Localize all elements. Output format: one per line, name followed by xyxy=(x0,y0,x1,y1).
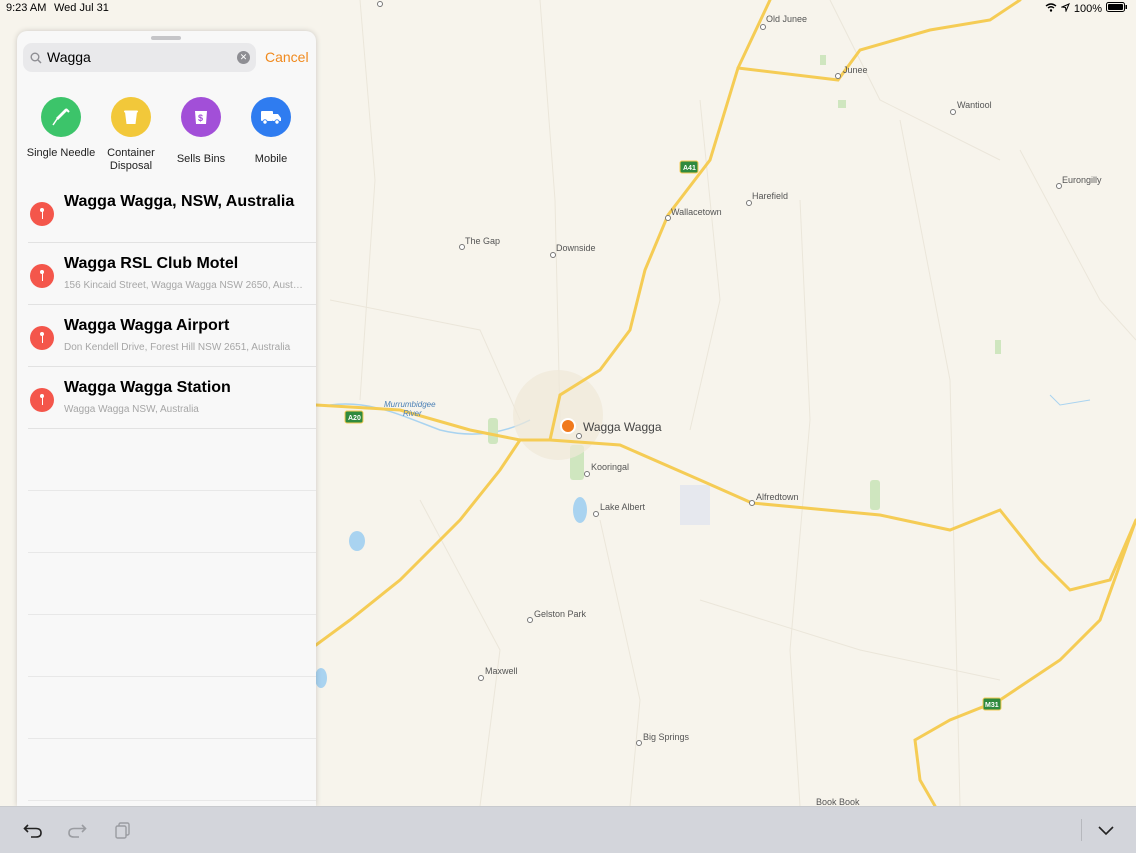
redo-icon[interactable] xyxy=(66,819,88,841)
place-label: Lake Albert xyxy=(600,502,646,512)
place-label: Wallacetown xyxy=(671,207,722,217)
status-date: Wed Jul 31 xyxy=(54,2,109,14)
place-label: Eurongilly xyxy=(1062,175,1102,185)
dollar-bag-icon: $ xyxy=(181,97,221,137)
battery-icon xyxy=(1106,2,1128,15)
city-label: Wagga Wagga xyxy=(583,420,662,434)
svg-text:A41: A41 xyxy=(683,165,696,172)
place-label: Downside xyxy=(556,243,596,253)
result-title: Wagga Wagga, NSW, Australia xyxy=(64,193,295,210)
place-label: Alfredtown xyxy=(756,492,799,502)
place-label: Junee xyxy=(843,65,868,75)
place-label: Wantiool xyxy=(957,100,992,110)
location-arrow-icon xyxy=(1060,2,1070,15)
category-label: Sells Bins xyxy=(176,153,226,165)
empty-row xyxy=(17,429,316,491)
status-bar: 9:23 AM Wed Jul 31 100% xyxy=(0,0,1136,16)
search-panel: ✕ Cancel Single Needle Container Disposa… xyxy=(17,31,316,806)
category-label: Container Disposal xyxy=(107,147,155,172)
selected-location-marker[interactable] xyxy=(560,418,576,434)
place-label: Gelston Park xyxy=(534,609,587,619)
category-mobile[interactable]: Mobile xyxy=(234,97,308,166)
bucket-icon xyxy=(111,97,151,137)
category-label: Single Needle xyxy=(26,147,96,159)
empty-row xyxy=(17,739,316,801)
syringe-icon xyxy=(41,97,81,137)
place-label: Maxwell xyxy=(485,666,518,676)
place-label: Big Springs xyxy=(643,732,690,742)
place-label: Book Book xyxy=(816,797,860,806)
svg-text:M31: M31 xyxy=(985,702,999,709)
search-result-row[interactable]: Wagga Wagga, NSW, Australia xyxy=(17,181,316,243)
result-subtitle: Don Kendell Drive, Forest Hill NSW 2651,… xyxy=(64,342,291,353)
location-pin-icon xyxy=(30,326,54,350)
category-container-disposal[interactable]: Container Disposal xyxy=(94,97,168,173)
result-subtitle: Wagga Wagga NSW, Australia xyxy=(64,404,199,415)
category-sells-bins[interactable]: $ Sells Bins xyxy=(164,97,238,166)
truck-icon xyxy=(251,97,291,137)
search-icon xyxy=(30,51,42,69)
clear-icon[interactable]: ✕ xyxy=(237,51,250,64)
svg-text:$: $ xyxy=(198,113,203,123)
svg-text:A20: A20 xyxy=(348,415,361,422)
place-label: Kooringal xyxy=(591,462,629,472)
category-single-needle[interactable]: Single Needle xyxy=(24,97,98,160)
category-label: Mobile xyxy=(254,153,288,165)
search-result-row[interactable]: Wagga Wagga Airport Don Kendell Drive, F… xyxy=(17,305,316,367)
empty-row xyxy=(17,491,316,553)
place-label: The Gap xyxy=(465,236,500,246)
hide-keyboard-chevron-down-icon[interactable] xyxy=(1095,819,1117,841)
keyboard-shortcut-bar xyxy=(0,806,1136,853)
panel-grabber[interactable] xyxy=(151,36,181,40)
undo-icon[interactable] xyxy=(22,819,44,841)
search-results-list: Wagga Wagga, NSW, Australia Wagga RSL Cl… xyxy=(17,181,316,801)
search-result-row[interactable]: Wagga Wagga Station Wagga Wagga NSW, Aus… xyxy=(17,367,316,429)
result-title: Wagga Wagga Station xyxy=(64,379,231,396)
location-pin-icon xyxy=(30,388,54,412)
status-time: 9:23 AM xyxy=(6,2,47,14)
search-result-row[interactable]: Wagga RSL Club Motel 156 Kincaid Street,… xyxy=(17,243,316,305)
paste-icon[interactable] xyxy=(112,819,134,841)
location-pin-icon xyxy=(30,202,54,226)
search-input[interactable] xyxy=(47,47,227,67)
search-bar[interactable]: ✕ xyxy=(23,43,256,72)
place-label: Harefield xyxy=(752,191,788,201)
battery-percent: 100% xyxy=(1073,2,1102,15)
location-pin-icon xyxy=(30,264,54,288)
wifi-icon xyxy=(1045,2,1057,15)
empty-row xyxy=(17,553,316,615)
result-title: Wagga RSL Club Motel xyxy=(64,255,239,272)
result-subtitle: 156 Kincaid Street, Wagga Wagga NSW 2650… xyxy=(64,280,304,291)
cancel-button[interactable]: Cancel xyxy=(265,49,309,65)
empty-row xyxy=(17,615,316,677)
result-title: Wagga Wagga Airport xyxy=(64,317,230,334)
category-shortcuts: Single Needle Container Disposal $ Sells… xyxy=(17,97,316,177)
empty-row xyxy=(17,677,316,739)
toolbar-divider xyxy=(1081,819,1082,841)
